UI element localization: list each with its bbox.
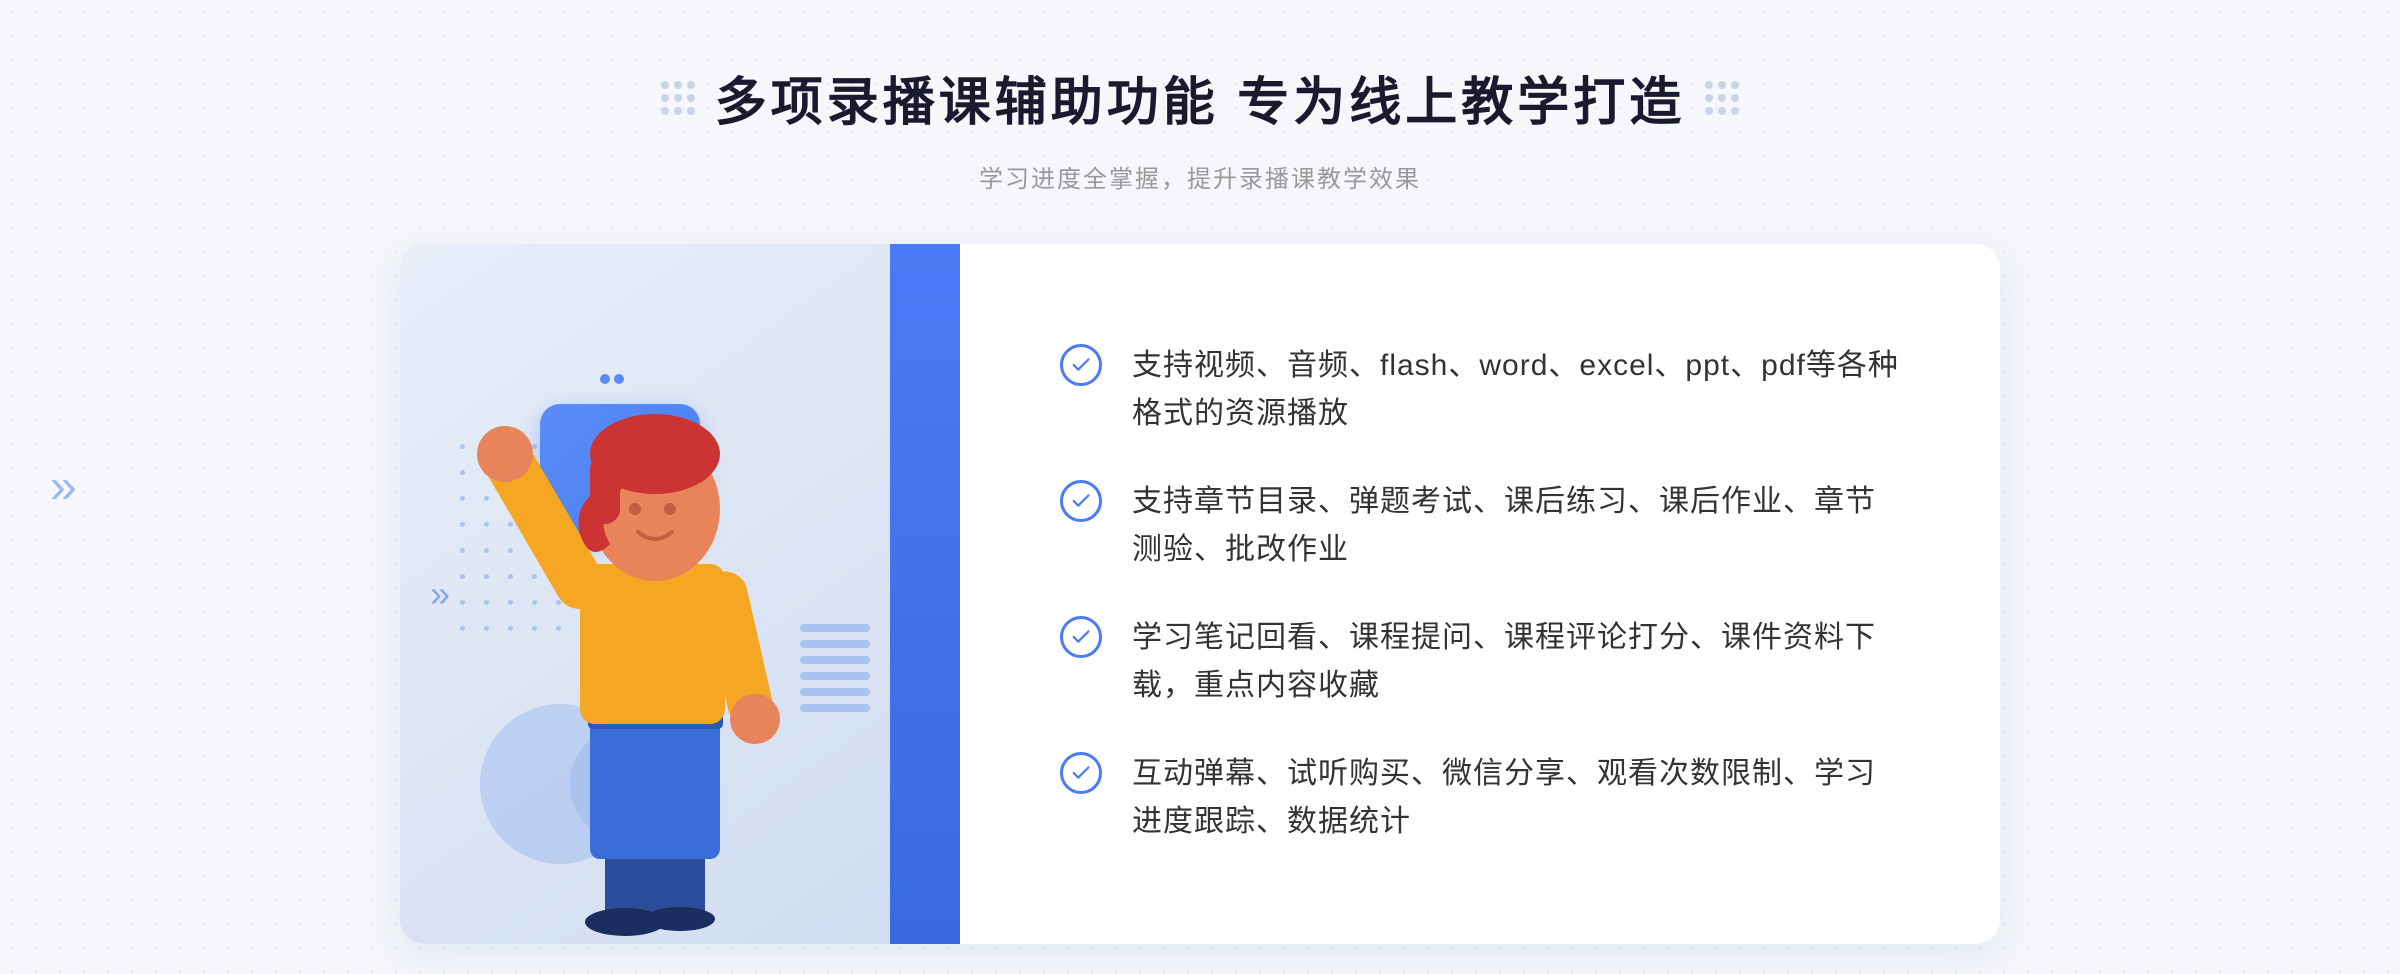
title-decoration-right bbox=[1705, 81, 1739, 115]
header-section: 多项录播课辅助功能 专为线上教学打造 学习进度全掌握，提升录播课教学效果 bbox=[661, 60, 1739, 194]
check-icon-2 bbox=[1060, 480, 1102, 522]
title-decoration-left bbox=[661, 81, 695, 115]
illustration-panel: » bbox=[400, 244, 960, 944]
feature-text-4: 互动弹幕、试听购买、微信分享、观看次数限制、学习进度跟踪、数据统计 bbox=[1132, 750, 1900, 846]
check-icon-3 bbox=[1060, 616, 1102, 658]
check-icon-1 bbox=[1060, 344, 1102, 386]
feature-text-3: 学习笔记回看、课程提问、课程评论打分、课件资料下载，重点内容收藏 bbox=[1132, 614, 1900, 710]
page-subtitle: 学习进度全掌握，提升录播课教学效果 bbox=[979, 159, 1421, 194]
feature-item-4: 互动弹幕、试听购买、微信分享、观看次数限制、学习进度跟踪、数据统计 bbox=[1060, 750, 1900, 846]
chevron-left-icon: » bbox=[430, 573, 450, 615]
human-figure bbox=[450, 364, 830, 944]
page-title: 多项录播课辅助功能 专为线上教学打造 bbox=[715, 60, 1685, 135]
features-panel: 支持视频、音频、flash、word、excel、ppt、pdf等各种格式的资源… bbox=[960, 244, 2000, 944]
blue-accent-bar bbox=[890, 244, 960, 944]
page-wrapper: 多项录播课辅助功能 专为线上教学打造 学习进度全掌握，提升录播课教学效果 bbox=[0, 0, 2400, 974]
feature-item-2: 支持章节目录、弹题考试、课后练习、课后作业、章节测验、批改作业 bbox=[1060, 478, 1900, 574]
feature-text-1: 支持视频、音频、flash、word、excel、ppt、pdf等各种格式的资源… bbox=[1132, 342, 1900, 438]
feature-item-3: 学习笔记回看、课程提问、课程评论打分、课件资料下载，重点内容收藏 bbox=[1060, 614, 1900, 710]
check-icon-4 bbox=[1060, 752, 1102, 794]
feature-item-1: 支持视频、音频、flash、word、excel、ppt、pdf等各种格式的资源… bbox=[1060, 342, 1900, 438]
page-chevron-icon: » bbox=[50, 460, 77, 515]
feature-text-2: 支持章节目录、弹题考试、课后练习、课后作业、章节测验、批改作业 bbox=[1132, 478, 1900, 574]
content-card: » 支持视频、音频、flash、word、excel、ppt、pdf等各种格式的… bbox=[400, 244, 2000, 944]
title-row: 多项录播课辅助功能 专为线上教学打造 bbox=[661, 60, 1739, 135]
